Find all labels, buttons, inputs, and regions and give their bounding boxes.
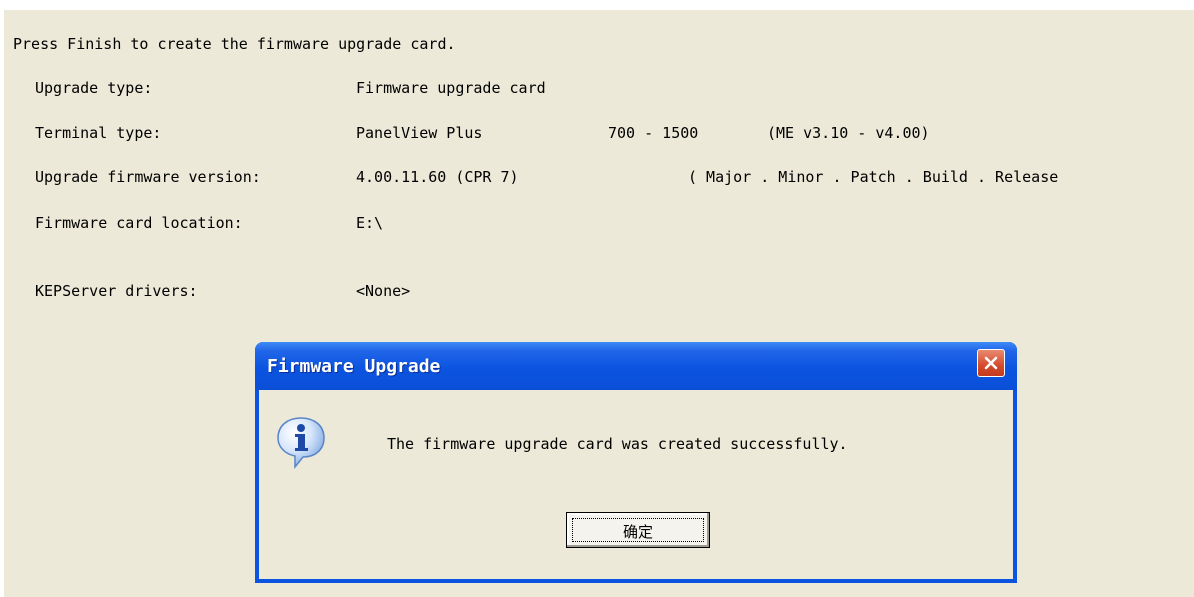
close-button[interactable] (977, 349, 1005, 377)
ok-button-label: 确定 (622, 523, 653, 541)
firmware-version-label: Upgrade firmware version: (35, 168, 261, 186)
ok-button[interactable]: 确定 (566, 512, 710, 548)
close-icon (984, 356, 998, 370)
terminal-type-model: PanelView Plus (356, 124, 483, 142)
upgrade-type-label: Upgrade type: (35, 79, 153, 97)
dialog-body: The firmware upgrade card was created su… (259, 390, 1013, 579)
kepserver-label: KEPServer drivers: (35, 282, 198, 300)
dialog-title: Firmware Upgrade (267, 356, 441, 377)
firmware-upgrade-dialog: Firmware Upgrade The firmware upgrade ca… (255, 342, 1017, 583)
upgrade-type-value: Firmware upgrade card (356, 79, 546, 97)
terminal-type-me-version: (ME v3.10 - v4.00) (767, 124, 930, 142)
terminal-type-range: 700 - 1500 (608, 124, 699, 142)
dialog-message: The firmware upgrade card was created su… (387, 435, 848, 453)
card-location-label: Firmware card location: (35, 214, 243, 232)
info-icon (277, 417, 325, 470)
intro-text: Press Finish to create the firmware upgr… (13, 35, 456, 53)
terminal-type-label: Terminal type: (35, 124, 162, 142)
firmware-version-value: 4.00.11.60 (CPR 7) (356, 168, 519, 186)
firmware-version-format: ( Major . Minor . Patch . Build . Releas… (688, 168, 1059, 186)
dialog-titlebar[interactable]: Firmware Upgrade (255, 342, 1017, 390)
card-location-value: E:\ (356, 214, 384, 232)
kepserver-value: <None> (356, 282, 411, 300)
